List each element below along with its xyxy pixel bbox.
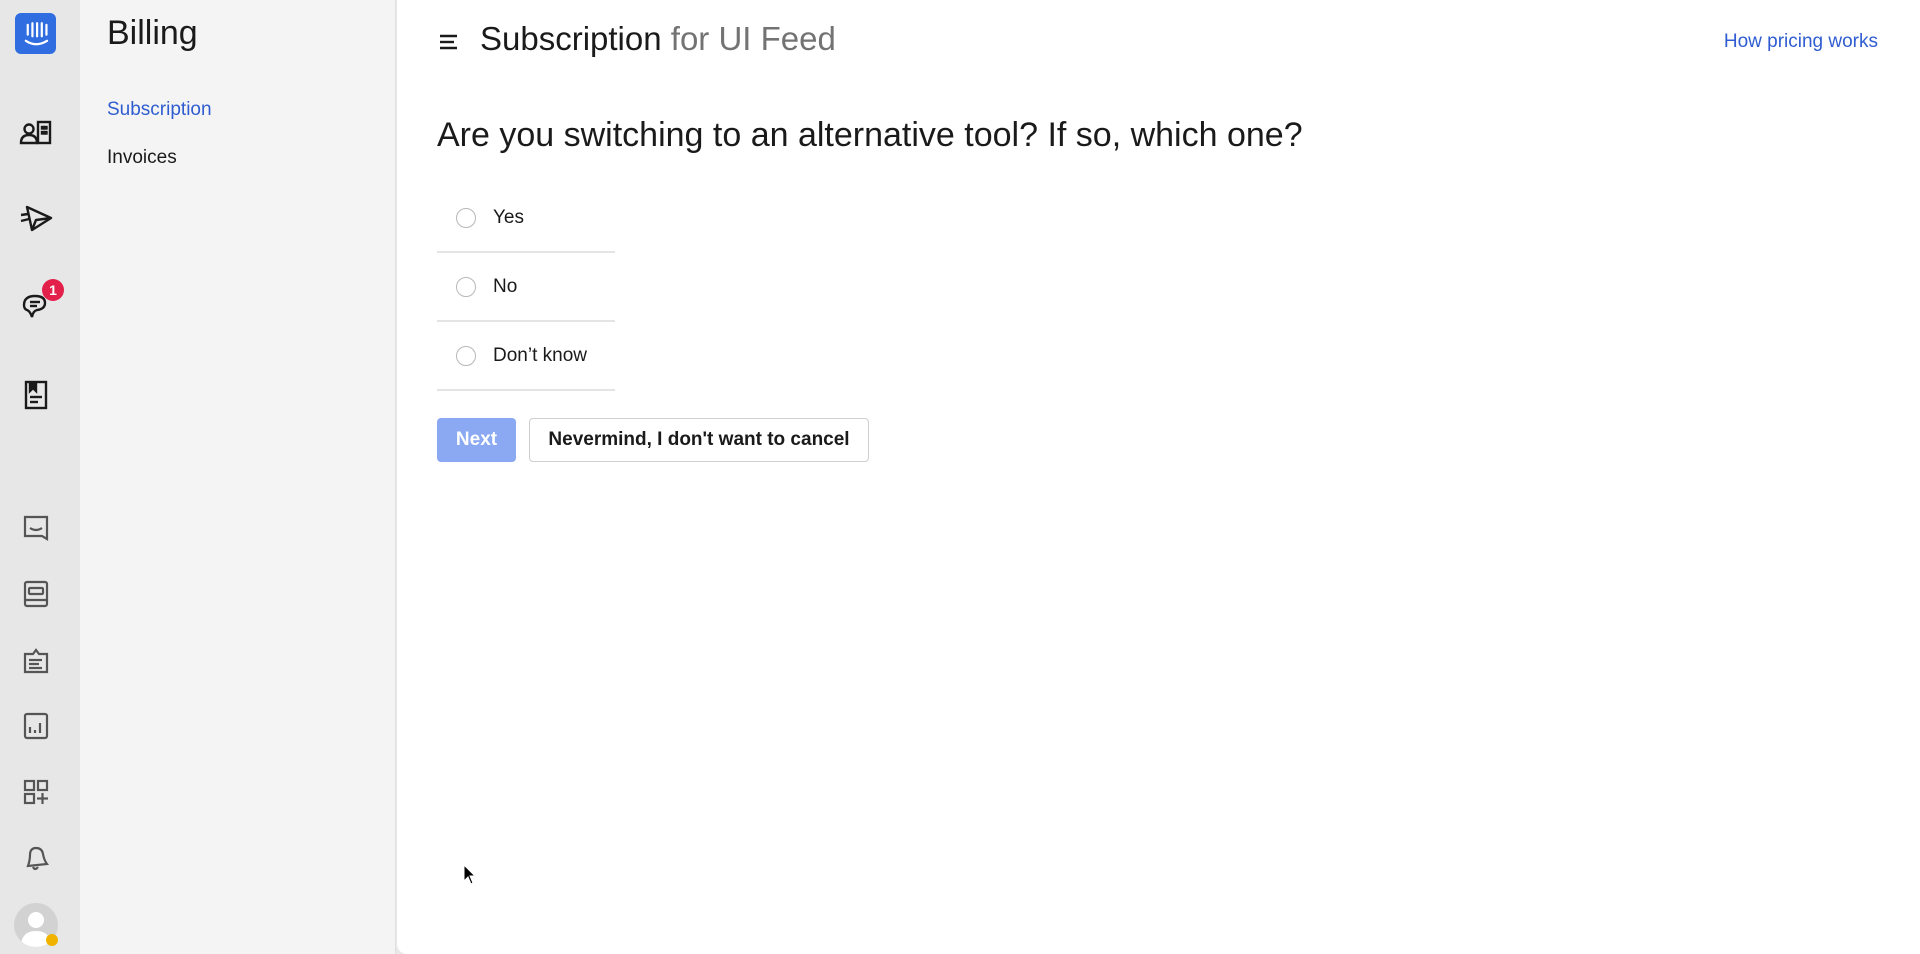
subnav-item-subscription[interactable]: Subscription (107, 99, 212, 121)
how-pricing-works-link[interactable]: How pricing works (1724, 31, 1878, 53)
page-title: Subscription for UI Feed (480, 20, 836, 58)
option-label: No (493, 275, 518, 297)
option-yes[interactable]: Yes (437, 184, 615, 253)
option-dont-know[interactable]: Don’t know (437, 322, 615, 391)
messenger-settings-icon[interactable] (16, 508, 56, 548)
status-dot (46, 934, 58, 946)
knowledge-icon[interactable] (16, 574, 56, 614)
nevermind-button[interactable]: Nevermind, I don't want to cancel (529, 418, 869, 462)
inbox-unread-badge: 1 (42, 279, 64, 301)
mouse-cursor-icon (463, 864, 477, 885)
subnav-title: Billing (107, 14, 198, 52)
subnav-item-invoices[interactable]: Invoices (107, 147, 177, 169)
main-panel: Subscription for UI Feed How pricing wor… (397, 0, 1920, 954)
contacts-icon[interactable] (16, 113, 56, 153)
hamburger-menu-icon[interactable] (437, 30, 461, 54)
page-title-workspace: for UI Feed (670, 20, 836, 57)
notifications-icon[interactable] (16, 838, 56, 878)
page-title-main: Subscription (480, 20, 662, 57)
reports-icon[interactable] (16, 706, 56, 746)
inbox-icon[interactable]: 1 (16, 279, 64, 325)
answer-options: Yes No Don’t know (437, 184, 615, 391)
option-label: Yes (493, 206, 524, 228)
next-button[interactable]: Next (437, 418, 516, 462)
intercom-logo[interactable] (15, 13, 56, 54)
outbound-icon[interactable] (16, 198, 56, 238)
app-nav-rail: 1 (0, 0, 80, 954)
operator-icon[interactable] (16, 640, 56, 680)
billing-subnav: Billing Subscription Invoices (80, 0, 396, 954)
radio-no[interactable] (456, 276, 476, 297)
intercom-logo-icon (24, 21, 48, 45)
apps-icon[interactable] (16, 772, 56, 812)
option-label: Don’t know (493, 344, 587, 366)
option-no[interactable]: No (437, 253, 615, 322)
survey-question: Are you switching to an alternative tool… (437, 116, 1303, 154)
articles-icon[interactable] (16, 375, 56, 415)
radio-dont-know[interactable] (456, 345, 476, 366)
radio-yes[interactable] (456, 207, 476, 228)
